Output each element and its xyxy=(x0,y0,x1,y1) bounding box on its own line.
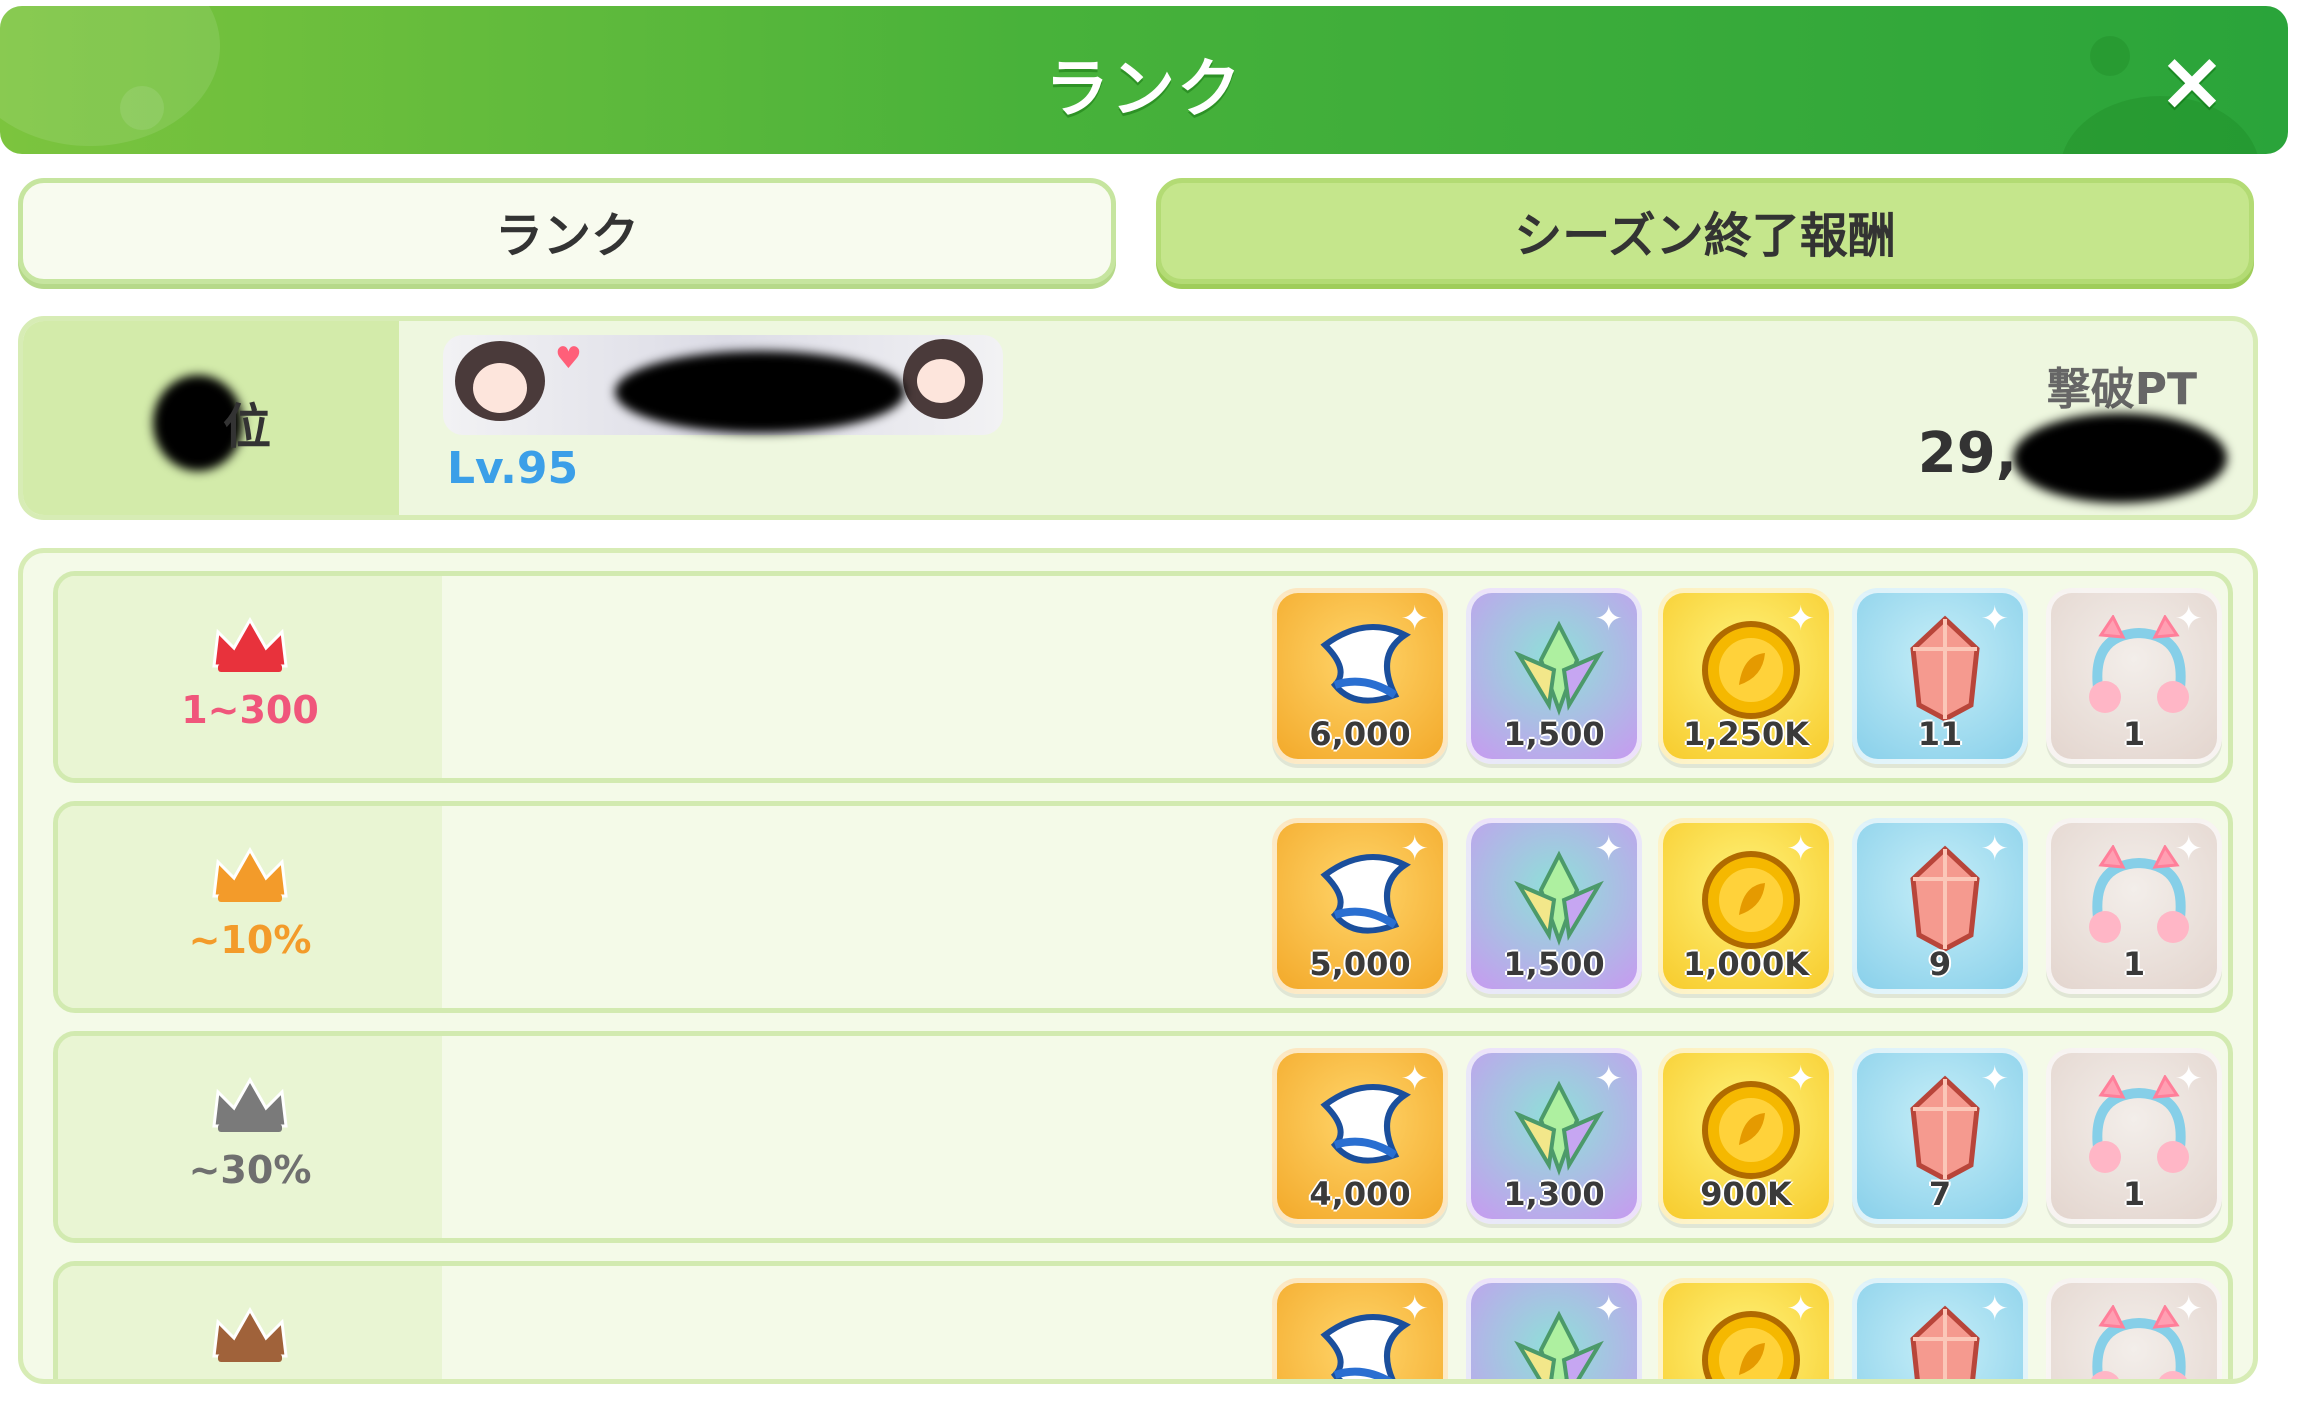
tier-cell: ~10% xyxy=(58,806,442,1008)
reward-item[interactable]: ✦ xyxy=(2046,1278,2222,1379)
sparkle-icon: ✦ xyxy=(1786,1289,1816,1329)
sparkle-icon: ✦ xyxy=(2174,599,2204,639)
reward-row: 1~300 ✦ 6,000 ✦ 1,500 ✦ 1,250K ✦ 11 ✦ 1 xyxy=(53,571,2233,783)
sparkle-icon: ✦ xyxy=(1980,599,2010,639)
crown-icon xyxy=(212,1076,288,1132)
points-label: 撃破PT xyxy=(2046,364,2197,415)
sparkle-icon: ✦ xyxy=(1594,1289,1624,1329)
redaction-mark xyxy=(2013,413,2227,503)
reward-item[interactable]: ✦ xyxy=(1466,1278,1642,1379)
player-level: Lv.95 xyxy=(447,443,579,494)
reward-row: ~30% ✦ 4,000 ✦ 1,300 ✦ 900K ✦ 7 ✦ 1 xyxy=(53,1031,2233,1243)
reward-quantity: 9 xyxy=(1928,945,1952,983)
reward-quantity: 4,000 xyxy=(1309,1175,1411,1213)
sparkle-icon: ✦ xyxy=(1980,829,2010,869)
sparkle-icon: ✦ xyxy=(2174,1289,2204,1329)
reward-quantity: 6,000 xyxy=(1309,715,1411,753)
sparkle-icon: ✦ xyxy=(1980,1289,2010,1329)
crown-icon xyxy=(212,616,288,672)
reward-list[interactable]: 1~300 ✦ 6,000 ✦ 1,500 ✦ 1,250K ✦ 11 ✦ 1 ~10% ✦ 5,000 ✦… xyxy=(18,548,2258,1384)
header-bar: ランク × xyxy=(0,6,2288,154)
tier-label: ~30% xyxy=(188,1148,312,1192)
page-title: ランク xyxy=(1045,53,1243,127)
reward-quantity: 1,500 xyxy=(1503,715,1605,753)
reward-quantity: 1,000K xyxy=(1682,945,1809,983)
reward-item[interactable]: ✦ 1,500 xyxy=(1466,818,1642,994)
sparkle-icon: ✦ xyxy=(1400,1289,1430,1329)
crown-icon xyxy=(212,846,288,902)
heart-icon: ♥ xyxy=(555,341,582,376)
chibi-face-icon xyxy=(917,359,965,403)
reward-row: ✦ ✦ ✦ ✦ ✦ xyxy=(53,1261,2233,1379)
redaction-mark xyxy=(615,351,905,433)
sparkle-icon: ✦ xyxy=(1594,599,1624,639)
tier-label: ~10% xyxy=(188,918,312,962)
reward-item[interactable]: ✦ 11 xyxy=(1852,588,2028,764)
reward-item[interactable]: ✦ 9 xyxy=(1852,818,2028,994)
tier-cell: ~30% xyxy=(58,1036,442,1238)
reward-item[interactable]: ✦ xyxy=(1658,1278,1834,1379)
reward-quantity: 1 xyxy=(2122,1175,2146,1213)
points-value: 29, xyxy=(1917,421,2017,486)
chibi-face-icon xyxy=(473,363,527,413)
reward-quantity: 900K xyxy=(1700,1175,1792,1213)
tier-label: 1~300 xyxy=(181,688,319,732)
reward-quantity: 1,300 xyxy=(1503,1175,1605,1213)
sparkle-icon: ✦ xyxy=(2174,1059,2204,1099)
reward-quantity: 1,250K xyxy=(1682,715,1809,753)
crown-icon xyxy=(212,1306,288,1362)
reward-item[interactable]: ✦ 1 xyxy=(2046,818,2222,994)
reward-item[interactable]: ✦ 1 xyxy=(2046,588,2222,764)
reward-item[interactable]: ✦ 6,000 xyxy=(1272,588,1448,764)
sparkle-icon: ✦ xyxy=(1400,1059,1430,1099)
reward-item[interactable]: ✦ 1 xyxy=(2046,1048,2222,1224)
tier-cell xyxy=(58,1266,442,1379)
player-rank-card: 位 ♥ Lv.95 撃破PT 29, xyxy=(18,316,2258,520)
sparkle-icon: ✦ xyxy=(1980,1059,2010,1099)
reward-item[interactable]: ✦ 1,300 xyxy=(1466,1048,1642,1224)
reward-row: ~10% ✦ 5,000 ✦ 1,500 ✦ 1,000K ✦ 9 ✦ 1 xyxy=(53,801,2233,1013)
sparkle-icon: ✦ xyxy=(1400,599,1430,639)
reward-quantity: 5,000 xyxy=(1309,945,1411,983)
reward-quantity: 1,500 xyxy=(1503,945,1605,983)
sparkle-icon: ✦ xyxy=(1594,1059,1624,1099)
sparkle-icon: ✦ xyxy=(1786,1059,1816,1099)
player-rank: 位 xyxy=(223,399,272,455)
reward-item[interactable]: ✦ xyxy=(1852,1278,2028,1379)
reward-item[interactable]: ✦ 5,000 xyxy=(1272,818,1448,994)
sparkle-icon: ✦ xyxy=(1786,599,1816,639)
reward-item[interactable]: ✦ 7 xyxy=(1852,1048,2028,1224)
reward-item[interactable]: ✦ 900K xyxy=(1658,1048,1834,1224)
sparkle-icon: ✦ xyxy=(1400,829,1430,869)
reward-quantity: 1 xyxy=(2122,945,2146,983)
reward-item[interactable]: ✦ xyxy=(1272,1278,1448,1379)
sparkle-icon: ✦ xyxy=(1594,829,1624,869)
reward-item[interactable]: ✦ 1,000K xyxy=(1658,818,1834,994)
reward-quantity: 1 xyxy=(2122,715,2146,753)
sparkle-icon: ✦ xyxy=(1786,829,1816,869)
sparkle-icon: ✦ xyxy=(2174,829,2204,869)
reward-quantity: 11 xyxy=(1917,715,1963,753)
tab-rank[interactable]: ランク xyxy=(18,178,1116,284)
tier-cell: 1~300 xyxy=(58,576,442,778)
tab-season-rewards[interactable]: シーズン終了報酬 xyxy=(1156,178,2254,284)
player-rank-cell: 位 xyxy=(23,321,399,515)
reward-item[interactable]: ✦ 1,250K xyxy=(1658,588,1834,764)
reward-item[interactable]: ✦ 1,500 xyxy=(1466,588,1642,764)
reward-item[interactable]: ✦ 4,000 xyxy=(1272,1048,1448,1224)
reward-quantity: 7 xyxy=(1928,1175,1952,1213)
close-icon[interactable]: × xyxy=(2152,41,2232,123)
